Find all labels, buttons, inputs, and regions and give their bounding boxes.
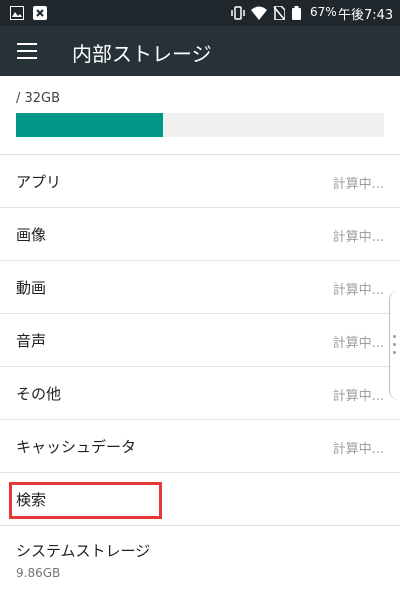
list-item-label: キャッシュデータ [16, 438, 137, 456]
close-notification-icon [33, 6, 47, 20]
list-item-cached-data[interactable]: キャッシュデータ 計算中... [0, 419, 400, 472]
storage-total-label: / 32GB [16, 91, 61, 106]
list-item-size: 9.86GB [16, 566, 61, 580]
list-item-value: 計算中... [332, 230, 384, 245]
list-item-value: 計算中... [332, 442, 384, 457]
list-item-apps[interactable]: アプリ 計算中... [0, 154, 400, 207]
status-bar: 67% 午後7:43 [0, 0, 400, 26]
list-item-label: システムストレージ [16, 542, 151, 560]
list-item-label: その他 [16, 385, 62, 403]
highlight-box [9, 482, 162, 519]
toolbar: 内部ストレージ [0, 26, 400, 76]
list-item-label: アプリ [16, 173, 62, 191]
image-icon [10, 6, 24, 20]
list-item-label: 画像 [16, 226, 47, 244]
list-item-value: 計算中... [332, 177, 384, 192]
list-item-videos[interactable]: 動画 計算中... [0, 260, 400, 313]
edge-panel-handle[interactable] [389, 290, 400, 400]
list-item-system-storage[interactable]: システムストレージ 9.86GB [0, 525, 400, 585]
list-item-label: 動画 [16, 279, 47, 297]
list-item-value: 計算中... [332, 336, 384, 351]
storage-usage-fill [16, 113, 164, 137]
wifi-icon [251, 6, 267, 20]
battery-percent: 67% [310, 5, 337, 19]
hamburger-menu-icon[interactable] [17, 43, 37, 59]
storage-category-list: アプリ 計算中... 画像 計算中... 動画 計算中... 音声 計算中...… [0, 154, 400, 585]
list-item-images[interactable]: 画像 計算中... [0, 207, 400, 260]
page-title: 内部ストレージ [72, 42, 212, 66]
list-item-value: 計算中... [332, 389, 384, 404]
no-sim-icon [273, 6, 285, 20]
battery-icon [292, 6, 301, 20]
list-item-other[interactable]: その他 計算中... [0, 366, 400, 419]
list-item-label: 音声 [16, 332, 47, 350]
clock: 午後7:43 [338, 8, 394, 23]
list-item-audio[interactable]: 音声 計算中... [0, 313, 400, 366]
list-item-value: 計算中... [332, 283, 384, 298]
vibrate-icon [231, 6, 245, 20]
storage-usage-bar [16, 113, 384, 137]
